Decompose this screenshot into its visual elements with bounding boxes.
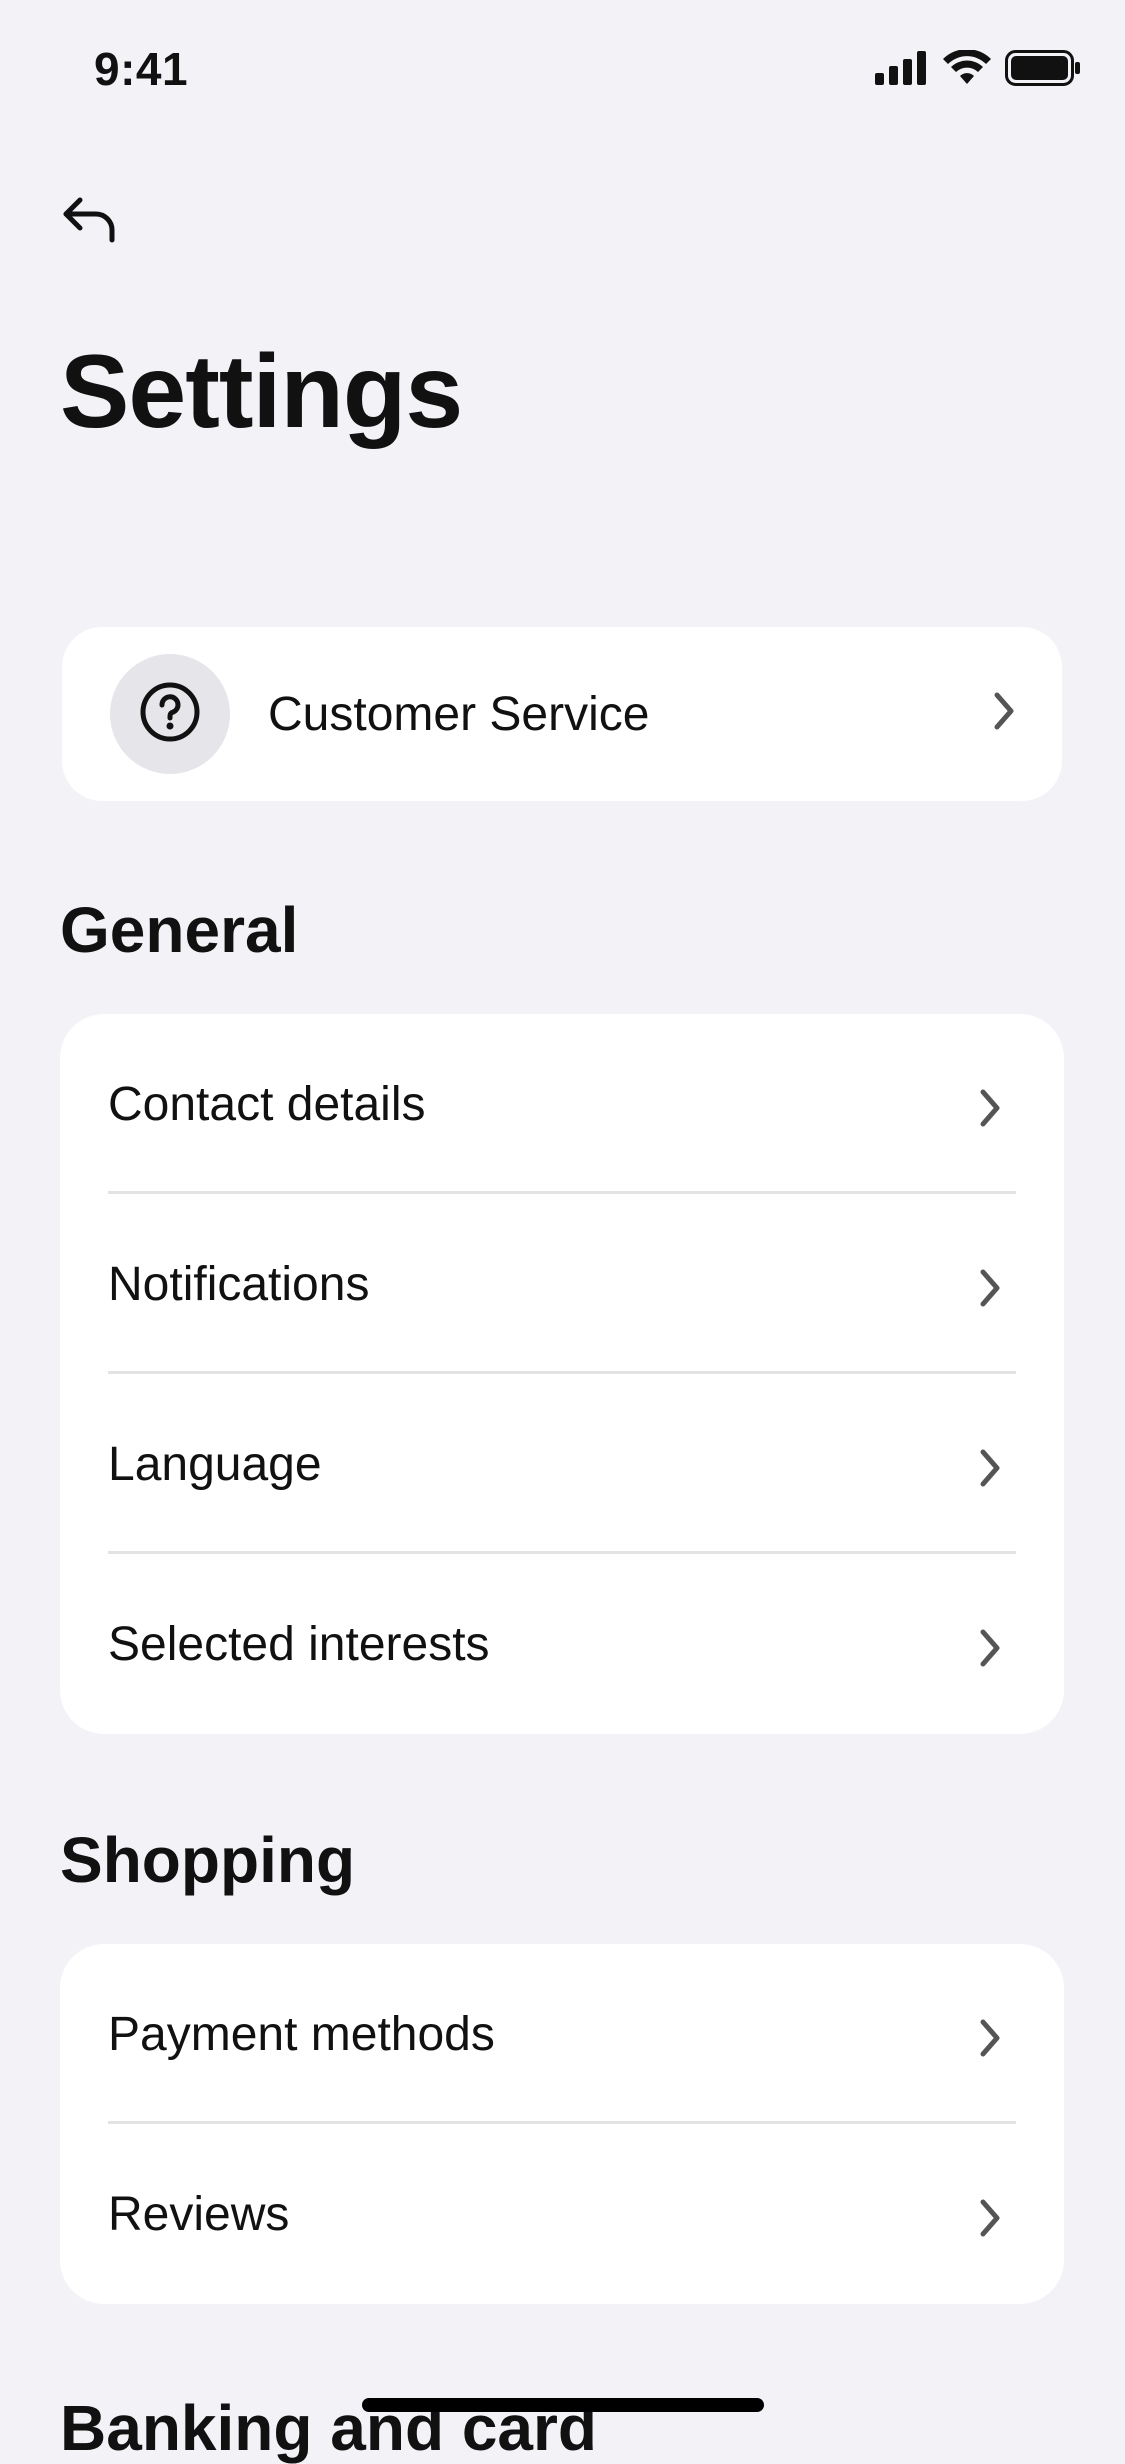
shopping-settings-group: Payment methods Reviews xyxy=(60,1944,1064,2304)
chevron-right-icon xyxy=(978,1626,1002,1675)
back-button[interactable] xyxy=(54,186,126,258)
settings-item-selected-interests[interactable]: Selected interests xyxy=(60,1554,1064,1734)
wifi-icon xyxy=(943,49,991,91)
settings-item-contact-details[interactable]: Contact details xyxy=(60,1014,1064,1194)
chevron-right-icon xyxy=(978,1446,1002,1495)
back-arrow-icon xyxy=(60,194,120,251)
status-time: 9:41 xyxy=(94,43,189,95)
question-circle-icon xyxy=(139,681,201,748)
settings-item-label: Language xyxy=(108,1437,322,1491)
settings-item-label: Contact details xyxy=(108,1077,426,1131)
chevron-right-icon xyxy=(978,2196,1002,2245)
settings-item-reviews[interactable]: Reviews xyxy=(60,2124,1064,2304)
home-indicator xyxy=(362,2398,764,2412)
status-bar: 9:41 xyxy=(0,0,1125,140)
settings-item-label: Notifications xyxy=(108,1257,370,1311)
settings-item-language[interactable]: Language xyxy=(60,1374,1064,1554)
chevron-right-icon xyxy=(978,2016,1002,2065)
general-settings-group: Contact details Notifications Language S… xyxy=(60,1014,1064,1734)
page-title: Settings xyxy=(60,334,463,450)
section-title-shopping: Shopping xyxy=(60,1824,356,1896)
settings-item-label: Selected interests xyxy=(108,1617,490,1671)
settings-item-notifications[interactable]: Notifications xyxy=(60,1194,1064,1374)
chevron-right-icon xyxy=(978,1086,1002,1135)
chevron-right-icon xyxy=(978,1266,1002,1315)
settings-item-label: Reviews xyxy=(108,2187,290,2241)
customer-service-icon-badge xyxy=(110,654,230,774)
cellular-signal-icon xyxy=(875,51,929,90)
status-icons xyxy=(875,49,1081,91)
battery-icon xyxy=(1005,50,1081,91)
settings-item-label: Payment methods xyxy=(108,2007,495,2061)
chevron-right-icon xyxy=(992,689,1016,738)
settings-item-payment-methods[interactable]: Payment methods xyxy=(60,1944,1064,2124)
customer-service-button[interactable]: Customer Service xyxy=(62,627,1062,801)
section-title-general: General xyxy=(60,894,299,966)
customer-service-label: Customer Service xyxy=(268,687,650,741)
